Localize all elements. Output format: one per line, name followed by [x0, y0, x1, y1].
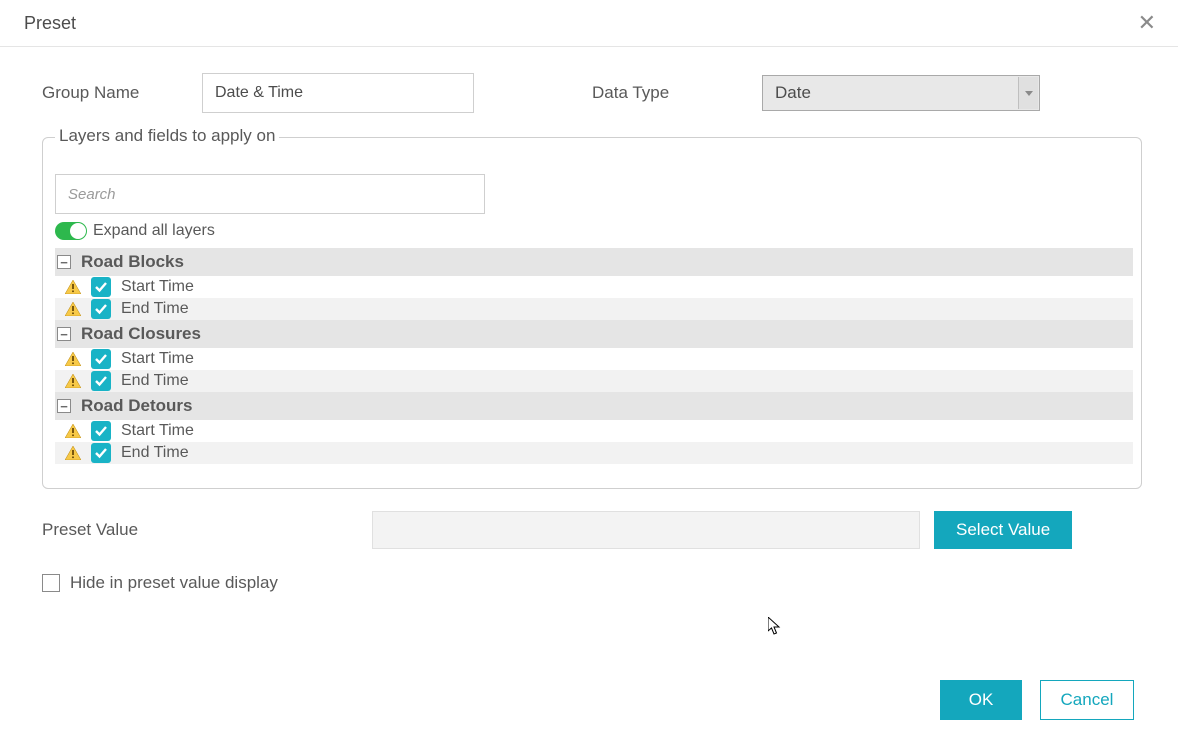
collapse-icon[interactable]: −: [57, 255, 71, 269]
search-input[interactable]: [55, 174, 485, 214]
preset-value-label: Preset Value: [42, 520, 372, 540]
field-label: End Time: [121, 300, 189, 318]
dialog-title: Preset: [24, 13, 76, 34]
top-row: Group Name Data Type Date: [42, 73, 1142, 113]
layers-tree[interactable]: − Road Blocks Start Time End Time − Road…: [55, 248, 1133, 478]
field-row: End Time: [55, 442, 1133, 464]
field-checkbox[interactable]: [91, 443, 111, 463]
data-type-select[interactable]: Date: [762, 75, 1040, 111]
ok-button[interactable]: OK: [940, 680, 1022, 720]
data-type-label: Data Type: [592, 83, 762, 103]
data-type-cell: Data Type Date: [592, 75, 1142, 111]
field-checkbox[interactable]: [91, 349, 111, 369]
field-label: End Time: [121, 372, 189, 390]
hide-preset-label: Hide in preset value display: [70, 573, 278, 593]
preset-value-row: Preset Value Select Value: [42, 511, 1142, 549]
select-value-button[interactable]: Select Value: [934, 511, 1072, 549]
hide-preset-checkbox[interactable]: [42, 574, 60, 592]
cancel-button[interactable]: Cancel: [1040, 680, 1134, 720]
collapse-icon[interactable]: −: [57, 327, 71, 341]
field-checkbox[interactable]: [91, 299, 111, 319]
layer-name: Road Closures: [81, 324, 201, 344]
warning-icon: [65, 374, 81, 388]
layers-legend: Layers and fields to apply on: [55, 126, 279, 146]
layer-name: Road Blocks: [81, 252, 184, 272]
data-type-dropdown-button[interactable]: [1018, 77, 1038, 109]
field-row: Start Time: [55, 276, 1133, 298]
warning-icon: [65, 352, 81, 366]
chevron-down-icon: [1025, 91, 1033, 96]
field-label: Start Time: [121, 350, 194, 368]
toggle-knob-icon: [70, 223, 86, 239]
field-checkbox[interactable]: [91, 277, 111, 297]
field-row: Start Time: [55, 420, 1133, 442]
dialog-header: Preset ✕: [0, 0, 1178, 47]
field-checkbox[interactable]: [91, 421, 111, 441]
dialog-body: Group Name Data Type Date Layers and fie…: [0, 47, 1178, 680]
field-label: End Time: [121, 444, 189, 462]
field-label: Start Time: [121, 422, 194, 440]
layer-name: Road Detours: [81, 396, 192, 416]
warning-icon: [65, 280, 81, 294]
cursor-icon: [768, 617, 784, 637]
layers-fieldset: Layers and fields to apply on Expand all…: [42, 137, 1142, 489]
collapse-icon[interactable]: −: [57, 399, 71, 413]
close-icon[interactable]: ✕: [1130, 8, 1164, 38]
group-name-input[interactable]: [202, 73, 474, 113]
field-label: Start Time: [121, 278, 194, 296]
hide-preset-row: Hide in preset value display: [42, 573, 1142, 593]
warning-icon: [65, 446, 81, 460]
field-checkbox[interactable]: [91, 371, 111, 391]
field-row: End Time: [55, 370, 1133, 392]
layer-header[interactable]: − Road Closures: [55, 320, 1133, 348]
expand-all-row: Expand all layers: [55, 222, 1133, 240]
group-name-cell: Group Name: [42, 73, 592, 113]
warning-icon: [65, 424, 81, 438]
layer-header[interactable]: − Road Blocks: [55, 248, 1133, 276]
expand-all-label: Expand all layers: [93, 222, 215, 240]
preset-dialog: Preset ✕ Group Name Data Type Date La: [0, 0, 1178, 746]
warning-icon: [65, 302, 81, 316]
field-row: Start Time: [55, 348, 1133, 370]
preset-value-input[interactable]: [372, 511, 920, 549]
field-row: End Time: [55, 298, 1133, 320]
data-type-value: Date: [775, 83, 811, 103]
group-name-label: Group Name: [42, 83, 202, 103]
layer-header[interactable]: − Road Detours: [55, 392, 1133, 420]
expand-all-toggle[interactable]: [55, 222, 87, 240]
dialog-footer: OK Cancel: [0, 680, 1178, 746]
